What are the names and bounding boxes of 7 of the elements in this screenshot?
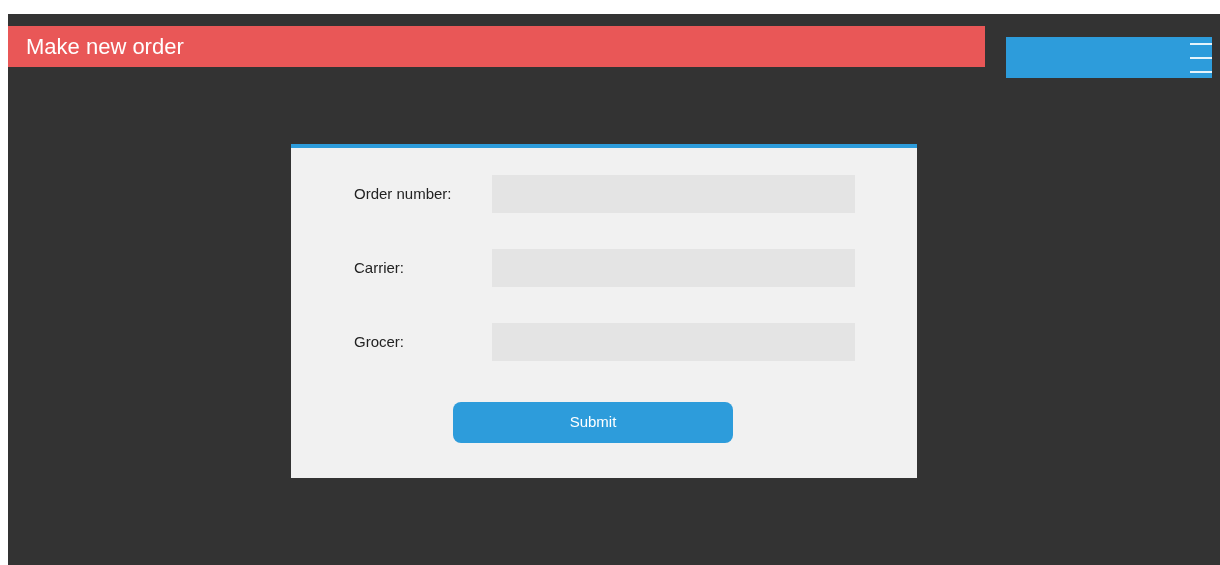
field-label: Order number: (354, 183, 453, 204)
page-title: Make new order (26, 33, 184, 61)
menu-icon (1190, 41, 1212, 74)
submit-button[interactable]: Submit (453, 402, 733, 443)
field-label: Carrier: (354, 257, 405, 278)
menu-button[interactable] (1006, 37, 1212, 78)
field-label: Grocer: (354, 331, 405, 352)
